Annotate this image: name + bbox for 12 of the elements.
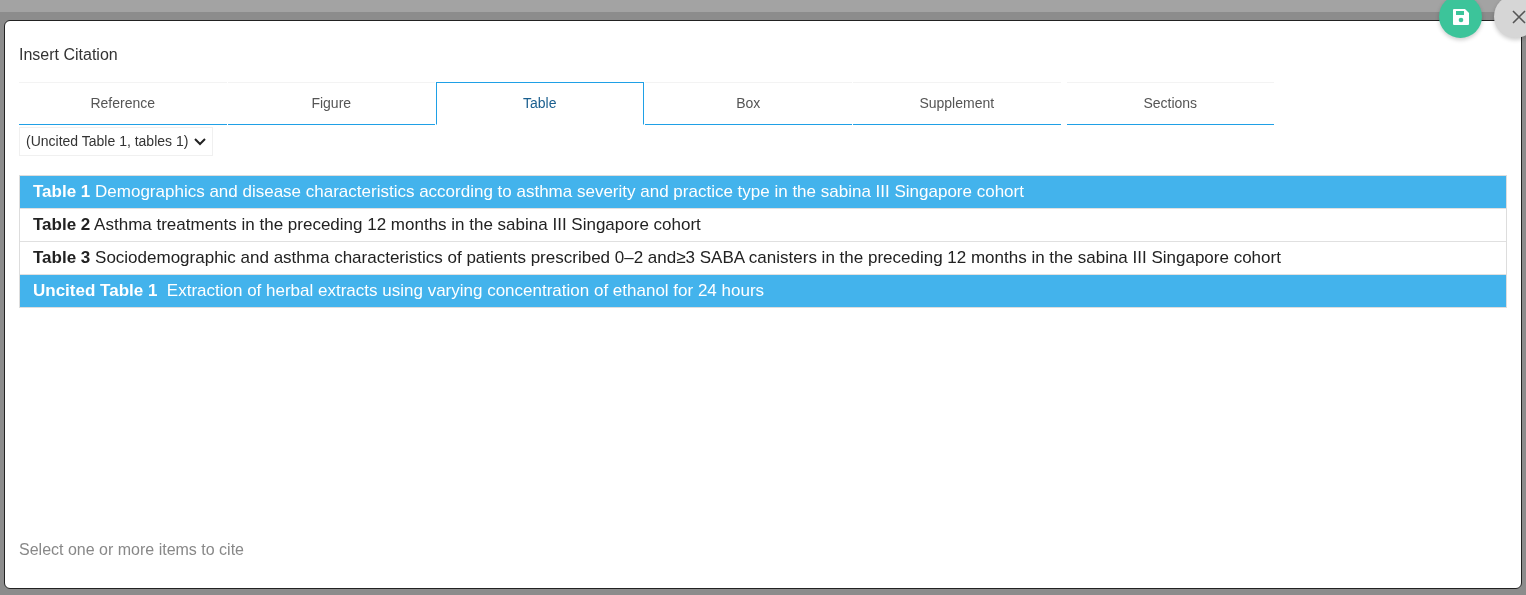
tab[interactable]: Table — [436, 82, 644, 125]
tab[interactable]: Sections — [1066, 82, 1274, 125]
tab[interactable]: Supplement — [853, 82, 1061, 125]
close-icon — [1511, 9, 1526, 24]
tab[interactable]: Reference — [19, 82, 227, 125]
tab[interactable]: Figure — [227, 82, 435, 125]
hint-text: Select one or more items to cite — [19, 540, 244, 560]
tab[interactable]: Box — [644, 82, 852, 125]
chevron-down-icon — [194, 137, 207, 146]
filter-dropdown[interactable]: (Uncited Table 1, tables 1) — [19, 127, 214, 156]
table-list-item[interactable]: Table 2 Asthma treatments in the preceding 12 months in the sabina III Singapore cohort — [20, 209, 1506, 242]
dialog-title: Insert Citation — [19, 45, 119, 65]
